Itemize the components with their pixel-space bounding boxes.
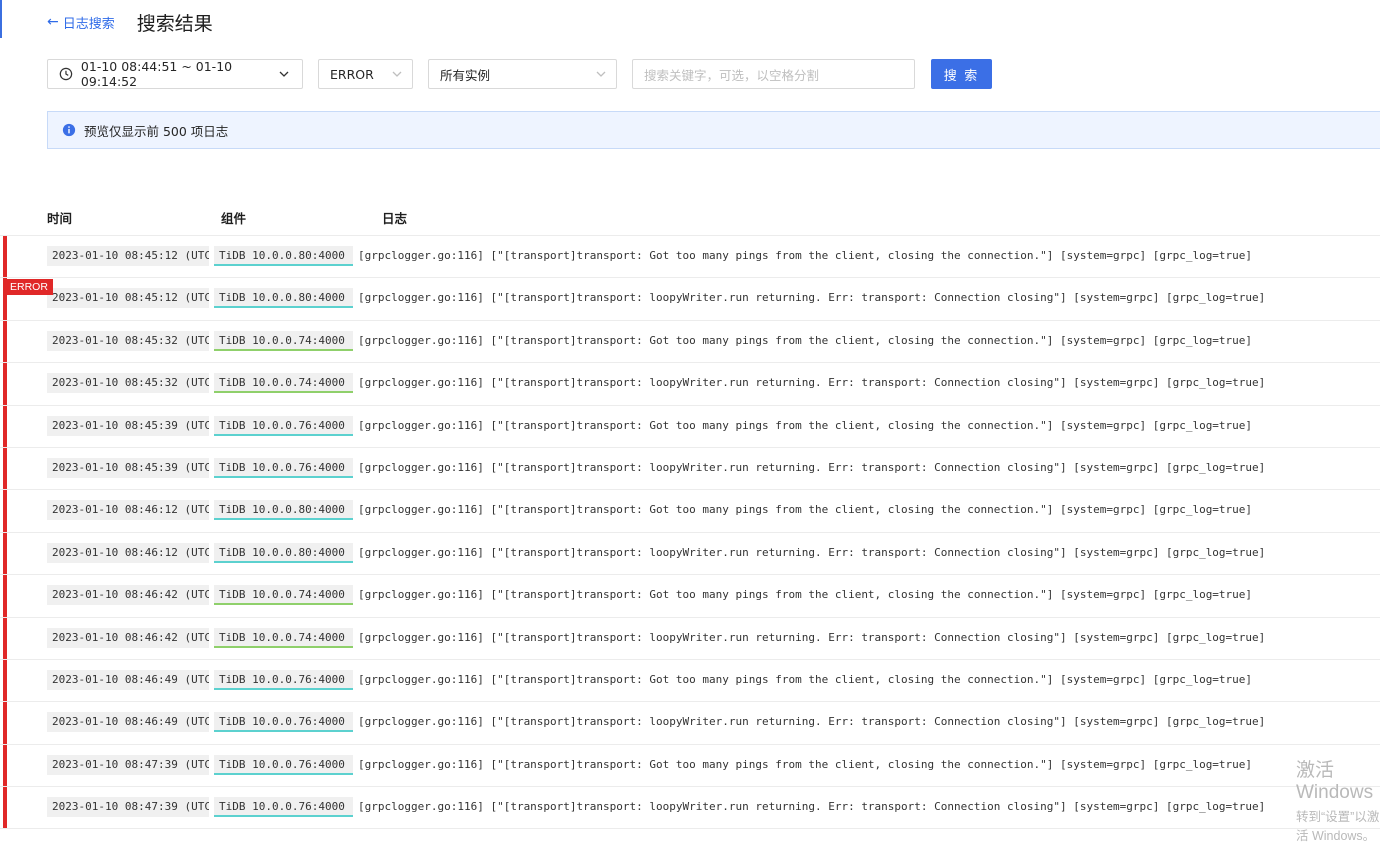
log-time: 2023-01-10 08:47:39 (UTC+08:00)	[47, 797, 209, 818]
error-level-indicator	[3, 659, 7, 702]
table-row[interactable]: 2023-01-10 08:45:39 (UTC+08:00)TiDB 10.0…	[0, 405, 1380, 448]
chevron-down-icon	[279, 71, 289, 77]
table-row[interactable]: 2023-01-10 08:46:49 (UTC+08:00)TiDB 10.0…	[0, 702, 1380, 745]
table-row[interactable]: 2023-01-10 08:46:42 (UTC+08:00)TiDB 10.0…	[0, 617, 1380, 660]
table-row[interactable]: 2023-01-10 08:47:39 (UTC+08:00)TiDB 10.0…	[0, 744, 1380, 788]
log-time: 2023-01-10 08:45:32 (UTC+08:00)	[47, 330, 209, 351]
log-message: [grpclogger.go:116] ["[transport]transpo…	[358, 460, 1266, 474]
back-link-label: 日志搜索	[62, 16, 115, 32]
log-time: 2023-01-10 08:47:39 (UTC+08:00)	[47, 754, 209, 775]
error-level-indicator	[3, 363, 7, 405]
error-level-indicator	[3, 447, 7, 490]
error-level-indicator	[3, 702, 7, 744]
log-time: 2023-01-10 08:45:39 (UTC+08:00)	[47, 415, 209, 436]
log-time: 2023-01-10 08:45:12 (UTC+08:00)	[47, 288, 209, 309]
log-time: 2023-01-10 08:46:49 (UTC+08:00)	[47, 669, 209, 690]
info-circle-icon	[62, 123, 76, 137]
arrow-left-icon: ←	[47, 14, 59, 30]
table-row[interactable]: 2023-01-10 08:45:32 (UTC+08:00)TiDB 10.0…	[0, 363, 1380, 406]
log-component: TiDB 10.0.0.76:4000	[214, 797, 353, 818]
column-header-time: 时间	[47, 211, 73, 226]
error-level-indicator	[3, 575, 7, 617]
table-row[interactable]: 2023-01-10 08:46:12 (UTC+08:00)TiDB 10.0…	[0, 532, 1380, 576]
table-row[interactable]: 2023-01-10 08:45:12 (UTC+08:00)TiDB 10.0…	[0, 278, 1380, 321]
search-input[interactable]: 搜索关键字，可选，以空格分割	[632, 59, 915, 89]
log-component: TiDB 10.0.0.74:4000	[214, 627, 353, 648]
error-level-indicator	[3, 320, 7, 363]
log-time: 2023-01-10 08:46:12 (UTC+08:00)	[47, 500, 209, 521]
log-component: TiDB 10.0.0.76:4000	[214, 669, 353, 690]
log-time: 2023-01-10 08:46:12 (UTC+08:00)	[47, 542, 209, 563]
log-time: 2023-01-10 08:45:39 (UTC+08:00)	[47, 457, 209, 478]
log-message: [grpclogger.go:116] ["[transport]transpo…	[358, 545, 1266, 559]
table-row[interactable]: 2023-01-10 08:46:42 (UTC+08:00)TiDB 10.0…	[0, 575, 1380, 618]
search-button[interactable]: 搜 索	[931, 59, 992, 89]
instance-value: 所有实例	[440, 67, 491, 83]
chevron-down-icon	[392, 71, 402, 77]
log-level-value: ERROR	[330, 66, 374, 82]
instance-select[interactable]: 所有实例	[428, 59, 617, 89]
log-message: [grpclogger.go:116] ["[transport]transpo…	[358, 588, 1253, 602]
error-level-indicator	[3, 532, 7, 575]
error-level-indicator	[3, 236, 7, 278]
log-component: TiDB 10.0.0.80:4000	[214, 500, 353, 521]
log-level-select[interactable]: ERROR	[318, 59, 413, 89]
log-message: [grpclogger.go:116] ["[transport]transpo…	[358, 249, 1253, 262]
log-message: [grpclogger.go:116] ["[transport]transpo…	[358, 672, 1253, 686]
error-level-indicator	[3, 787, 7, 829]
search-toolbar: 01-10 08:44:51 ~ 01-10 09:14:52 ERROR 所有…	[47, 59, 992, 89]
time-range-value: 01-10 08:44:51 ~ 01-10 09:14:52	[80, 59, 233, 89]
log-time: 2023-01-10 08:46:42 (UTC+08:00)	[47, 627, 209, 648]
log-component: TiDB 10.0.0.76:4000	[214, 712, 353, 733]
table-row[interactable]: 2023-01-10 08:45:39 (UTC+08:00)TiDB 10.0…	[0, 447, 1380, 491]
log-time: 2023-01-10 08:46:49 (UTC+08:00)	[47, 712, 209, 733]
back-link[interactable]: ← 日志搜索	[47, 13, 115, 32]
error-level-indicator	[3, 490, 7, 532]
search-placeholder: 搜索关键字，可选，以空格分割	[644, 67, 820, 83]
table-row[interactable]: 2023-01-10 08:47:39 (UTC+08:00)TiDB 10.0…	[0, 787, 1380, 830]
chevron-down-icon	[596, 71, 606, 77]
log-component: TiDB 10.0.0.80:4000	[214, 246, 353, 266]
log-component: TiDB 10.0.0.76:4000	[214, 754, 353, 775]
table-row[interactable]: 2023-01-10 08:45:12 (UTC+08:00)TiDB 10.0…	[0, 236, 1380, 279]
log-time: 2023-01-10 08:46:42 (UTC+08:00)	[47, 585, 209, 606]
column-header-component: 组件	[221, 211, 247, 226]
error-level-indicator	[3, 744, 7, 787]
log-component: TiDB 10.0.0.74:4000	[214, 373, 353, 394]
log-component: TiDB 10.0.0.74:4000	[214, 330, 353, 351]
log-component: TiDB 10.0.0.80:4000	[214, 288, 353, 309]
log-table-body: ERROR 2023-01-10 08:45:12 (UTC+08:00)TiD…	[0, 236, 1380, 830]
clock-icon	[59, 67, 73, 81]
log-message: [grpclogger.go:116] ["[transport]transpo…	[358, 333, 1253, 347]
log-component: TiDB 10.0.0.76:4000	[214, 415, 353, 436]
log-time: 2023-01-10 08:45:12 (UTC+08:00)	[47, 246, 209, 266]
log-message: [grpclogger.go:116] ["[transport]transpo…	[358, 757, 1253, 771]
log-message: [grpclogger.go:116] ["[transport]transpo…	[358, 503, 1253, 517]
info-alert: 预览仅显示前 500 项日志	[47, 111, 1380, 149]
column-header-log: 日志	[382, 211, 408, 226]
log-message: [grpclogger.go:116] ["[transport]transpo…	[358, 291, 1266, 305]
log-component: TiDB 10.0.0.74:4000	[214, 585, 353, 606]
table-row[interactable]: 2023-01-10 08:45:32 (UTC+08:00)TiDB 10.0…	[0, 320, 1380, 364]
log-message: [grpclogger.go:116] ["[transport]transpo…	[358, 715, 1266, 729]
log-message: [grpclogger.go:116] ["[transport]transpo…	[358, 630, 1266, 644]
table-row[interactable]: 2023-01-10 08:46:49 (UTC+08:00)TiDB 10.0…	[0, 659, 1380, 703]
log-component: TiDB 10.0.0.80:4000	[214, 542, 353, 563]
page-header: ← 日志搜索 搜索结果	[47, 8, 213, 36]
page-title: 搜索结果	[136, 12, 213, 35]
log-component: TiDB 10.0.0.76:4000	[214, 457, 353, 478]
log-message: [grpclogger.go:116] ["[transport]transpo…	[358, 418, 1253, 432]
time-range-picker[interactable]: 01-10 08:44:51 ~ 01-10 09:14:52	[47, 59, 303, 89]
error-level-indicator	[3, 405, 7, 447]
nav-indicator	[0, 0, 2, 38]
info-message: 预览仅显示前 500 项日志	[84, 123, 229, 139]
table-row[interactable]: 2023-01-10 08:46:12 (UTC+08:00)TiDB 10.0…	[0, 490, 1380, 533]
log-message: [grpclogger.go:116] ["[transport]transpo…	[358, 376, 1266, 390]
table-header: 时间 组件 日志	[0, 196, 1380, 236]
error-level-badge: ERROR	[5, 279, 53, 295]
error-level-indicator	[3, 617, 7, 659]
log-time: 2023-01-10 08:45:32 (UTC+08:00)	[47, 373, 209, 394]
log-message: [grpclogger.go:116] ["[transport]transpo…	[358, 800, 1266, 814]
